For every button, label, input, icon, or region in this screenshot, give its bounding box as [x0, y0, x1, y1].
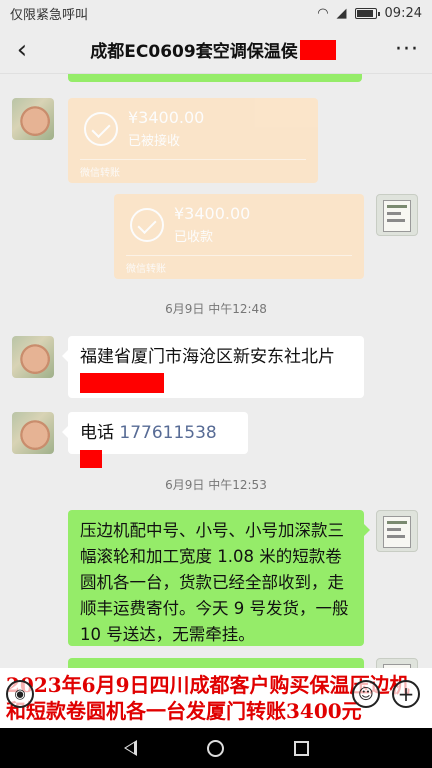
contact-avatar[interactable] — [12, 336, 54, 378]
transfer-card-sent[interactable]: ¥3400.00 已收款 微信转账 — [114, 194, 364, 279]
transfer-footer: 微信转账 — [80, 168, 120, 179]
signal-icon: ◢ — [336, 5, 347, 21]
nav-back-icon[interactable] — [123, 740, 137, 756]
emoji-icon[interactable]: ☺ — [352, 680, 380, 708]
transfer-amount: ¥3400.00 — [174, 204, 251, 223]
check-circle-icon — [130, 208, 164, 242]
order-note-message[interactable]: 压边机配中号、小号、小号加深款三幅滚轮和加工宽度 1.08 米的短款卷圆机各一台… — [68, 510, 370, 646]
nav-home-icon[interactable] — [206, 739, 224, 757]
transfer-amount: ¥3400.00 — [128, 108, 205, 127]
title-bar: ‹ 成都EC0609套空调保温侯 ··· — [0, 26, 432, 74]
phone-message[interactable]: 电话 177611538 — [62, 412, 248, 468]
status-icons: ◠ ◢ 09:24 — [317, 6, 422, 21]
more-button[interactable]: ··· — [382, 26, 432, 74]
chat-area[interactable]: ¥3400.00 已被接收 微信转账 ¥3400.00 已收款 微信转账 6月9… — [0, 74, 432, 668]
battery-icon — [354, 7, 380, 19]
message-timestamp: 6月9日 中午12:53 — [165, 478, 267, 492]
wifi-icon: ◠ — [317, 5, 329, 21]
partial-message-bubble[interactable] — [68, 74, 362, 82]
chevron-left-icon: ‹ — [16, 34, 28, 65]
contact-avatar[interactable] — [12, 98, 54, 140]
redaction-box — [80, 373, 164, 393]
redaction-box — [299, 39, 336, 60]
transfer-status: 已被接收 — [128, 134, 181, 149]
check-circle-icon — [84, 112, 118, 146]
my-avatar[interactable] — [376, 194, 418, 236]
more-dots-icon: ··· — [395, 37, 419, 62]
transfer-footer: 微信转账 — [126, 264, 166, 275]
address-message[interactable]: 福建省厦门市海沧区新安东社北片 — [62, 336, 364, 398]
transfer-card-received[interactable]: ¥3400.00 已被接收 微信转账 — [68, 98, 318, 183]
nav-recent-icon[interactable] — [293, 740, 309, 756]
my-avatar[interactable] — [376, 510, 418, 552]
carrier-text: 仅限紧急呼叫 — [10, 7, 89, 23]
redaction-box — [80, 450, 102, 468]
clock: 09:24 — [384, 5, 422, 21]
plus-icon[interactable]: + — [392, 680, 420, 708]
transfer-status: 已收款 — [174, 230, 214, 245]
chat-title: 成都EC0609套空调保温侯 — [44, 37, 382, 62]
back-button[interactable]: ‹ — [0, 26, 44, 74]
contact-avatar[interactable] — [12, 412, 54, 454]
message-timestamp: 6月9日 中午12:48 — [165, 302, 267, 316]
partial-message-bubble[interactable] — [68, 658, 364, 668]
status-bar: 仅限紧急呼叫 ◠ ◢ 09:24 — [0, 0, 432, 26]
voice-icon[interactable]: ◉ — [6, 680, 34, 708]
phone-number-link[interactable]: 177611538 — [119, 423, 216, 443]
system-nav-bar — [0, 728, 432, 768]
my-avatar[interactable] — [376, 658, 418, 668]
